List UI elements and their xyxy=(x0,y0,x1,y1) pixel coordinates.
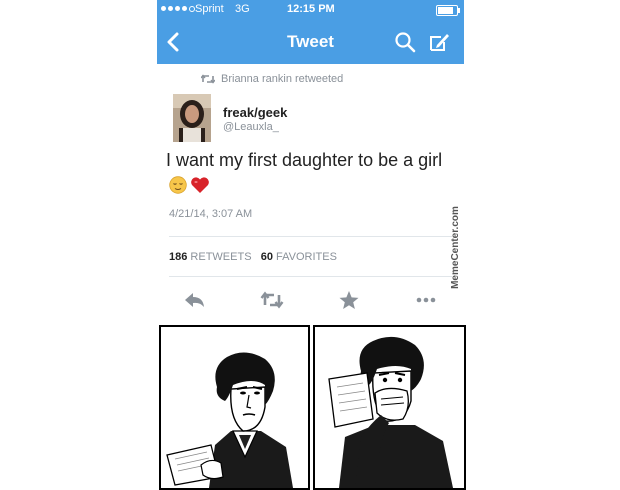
clock: 12:15 PM xyxy=(287,3,335,15)
favorites-label[interactable]: FAVORITES xyxy=(276,251,337,263)
favorite-icon[interactable] xyxy=(337,289,361,311)
tweet-emojis xyxy=(169,176,210,194)
tweet-text: I want my first daughter to be a girl xyxy=(166,150,443,170)
author-name[interactable]: freak/geek xyxy=(223,105,287,120)
divider xyxy=(169,236,452,237)
navigation-bar: Tweet xyxy=(157,20,464,64)
compose-icon[interactable] xyxy=(427,30,451,54)
retweets-label[interactable]: RETWEETS xyxy=(190,251,251,263)
comic-panel-reading xyxy=(159,325,310,490)
retweets-count[interactable]: 186 xyxy=(169,251,187,263)
tweet-stats: 186 RETWEETS 60 FAVORITES xyxy=(169,251,337,263)
red-heart-emoji-icon xyxy=(191,177,209,193)
favorites-count[interactable]: 60 xyxy=(261,251,273,263)
comic-panel-shocked xyxy=(313,325,466,490)
tweet-screen: Sprint 3G 12:15 PM Tweet Brianna rankin … xyxy=(157,0,464,315)
page-title: Tweet xyxy=(287,32,334,51)
status-bar: Sprint 3G 12:15 PM xyxy=(157,0,464,20)
watermark: MemeCenter.com xyxy=(449,205,461,289)
battery-icon xyxy=(436,5,460,16)
search-icon[interactable] xyxy=(393,30,417,54)
signal-strength-icon xyxy=(161,6,195,12)
retweeted-by-label: Brianna rankin retweeted xyxy=(221,73,344,85)
tweet-timestamp: 4/21/14, 3:07 AM xyxy=(169,208,253,220)
reply-icon[interactable] xyxy=(183,289,207,311)
relieved-face-emoji-icon xyxy=(169,176,187,194)
retweet-icon xyxy=(201,74,215,84)
author-handle[interactable]: @Leauxla_ xyxy=(223,121,279,133)
divider xyxy=(169,276,452,277)
more-icon[interactable] xyxy=(414,289,438,311)
carrier-label: Sprint xyxy=(195,3,224,15)
network-label: 3G xyxy=(235,3,250,15)
retweet-context: Brianna rankin retweeted xyxy=(201,73,343,85)
retweet-icon[interactable] xyxy=(260,289,284,311)
avatar[interactable] xyxy=(173,94,211,142)
